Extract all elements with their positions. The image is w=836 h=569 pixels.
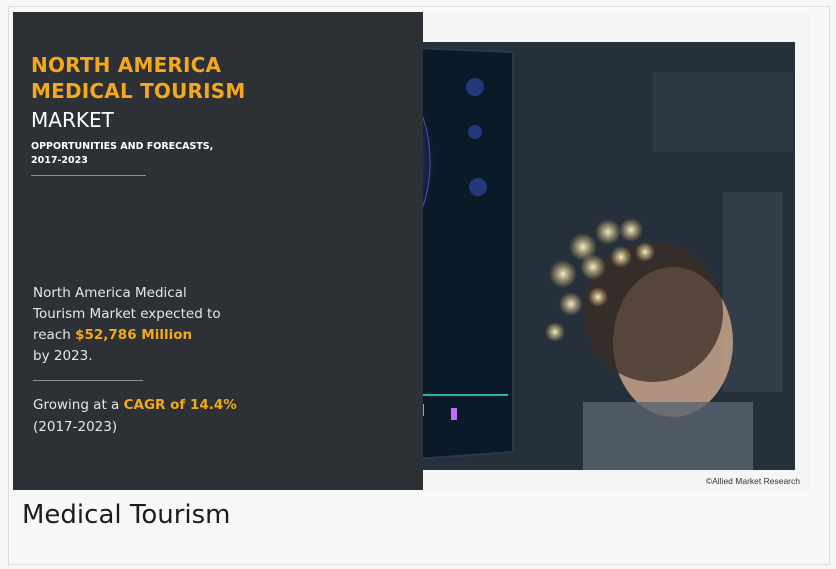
market-prefix: reach — [33, 327, 76, 343]
growth-period: (2017-2023) — [33, 419, 118, 435]
infographic-banner: NORTH AMERICA MEDICAL TOURISM MARKET OPP… — [13, 12, 810, 490]
divider — [33, 380, 143, 381]
market-line-1: North America Medical — [33, 285, 187, 301]
title-line-2: MEDICAL TOURISM — [31, 79, 246, 103]
growth-value: CAGR of 14.4% — [123, 397, 237, 413]
market-value: $52,786 Million — [75, 327, 193, 343]
market-line-4: by 2023. — [33, 348, 93, 364]
credit-text: ©Allied Market Research — [705, 476, 800, 486]
divider — [31, 175, 146, 176]
growth-prefix: Growing at a — [33, 397, 124, 413]
market-line-2: Tourism Market expected to — [33, 306, 221, 322]
title-line-1: NORTH AMERICA — [31, 53, 222, 77]
figure-caption: Medical Tourism — [22, 500, 231, 530]
hero-photo: ©Allied Market Research — [423, 12, 810, 490]
market-line-3: reach $52,786 Million — [33, 325, 192, 346]
subtitle-line-1: OPPORTUNITIES AND FORECASTS, — [31, 141, 214, 152]
info-panel: NORTH AMERICA MEDICAL TOURISM MARKET OPP… — [13, 12, 423, 490]
photo-illustration — [423, 42, 795, 470]
growth-line: Growing at a CAGR of 14.4% — [33, 395, 237, 416]
title-line-3: MARKET — [31, 108, 114, 132]
subtitle-line-2: 2017-2023 — [31, 155, 88, 166]
